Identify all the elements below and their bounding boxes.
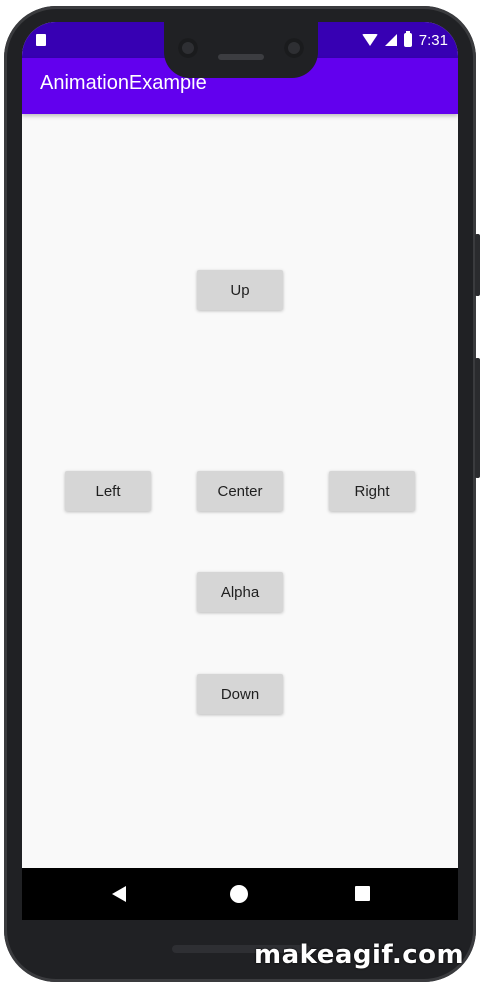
front-camera-icon	[284, 38, 304, 58]
battery-charging-icon	[403, 31, 412, 47]
sim-card-icon	[36, 34, 46, 46]
wifi-icon	[361, 34, 378, 46]
recents-icon[interactable]	[355, 886, 370, 901]
center-button[interactable]: Center	[197, 471, 283, 511]
status-clock: 7:31	[418, 31, 448, 49]
volume-button	[475, 358, 480, 478]
back-icon[interactable]	[112, 886, 126, 902]
alpha-button[interactable]: Alpha	[197, 572, 283, 612]
front-camera-icon	[178, 38, 198, 58]
left-button[interactable]: Left	[65, 471, 151, 511]
right-button[interactable]: Right	[329, 471, 415, 511]
screen: 7:31 AnimationExample Up Left Center Rig…	[22, 22, 458, 920]
watermark-text: makeagif.com	[254, 940, 465, 970]
earpiece-speaker	[218, 54, 264, 60]
display-notch	[164, 22, 318, 78]
power-button	[475, 234, 480, 296]
down-button[interactable]: Down	[197, 674, 283, 714]
signal-icon	[384, 34, 397, 46]
status-icons: 7:31	[361, 30, 448, 50]
navigation-bar	[22, 868, 458, 920]
home-icon[interactable]	[230, 885, 248, 903]
up-button[interactable]: Up	[197, 270, 283, 310]
